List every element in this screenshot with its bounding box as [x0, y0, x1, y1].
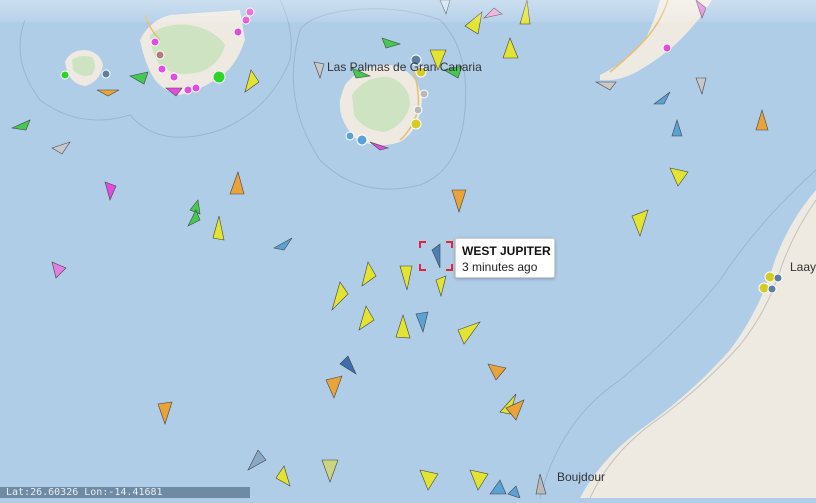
vessel-last-seen: 3 minutes ago — [462, 260, 538, 274]
vessel-name: WEST JUPITER — [462, 244, 551, 258]
cursor-coordinates: Lat:26.60326 Lon:-14.41681 — [0, 487, 250, 498]
map-canvas[interactable] — [0, 0, 816, 499]
place-label-laayoune: Laay — [790, 260, 816, 274]
place-label-boujdour: Boujdour — [557, 470, 606, 484]
map-svg[interactable] — [0, 0, 816, 499]
vessel-tooltip[interactable]: WEST JUPITER 3 minutes ago — [455, 238, 555, 278]
place-label-las-palmas: Las Palmas de Gran Canaria — [327, 60, 482, 74]
